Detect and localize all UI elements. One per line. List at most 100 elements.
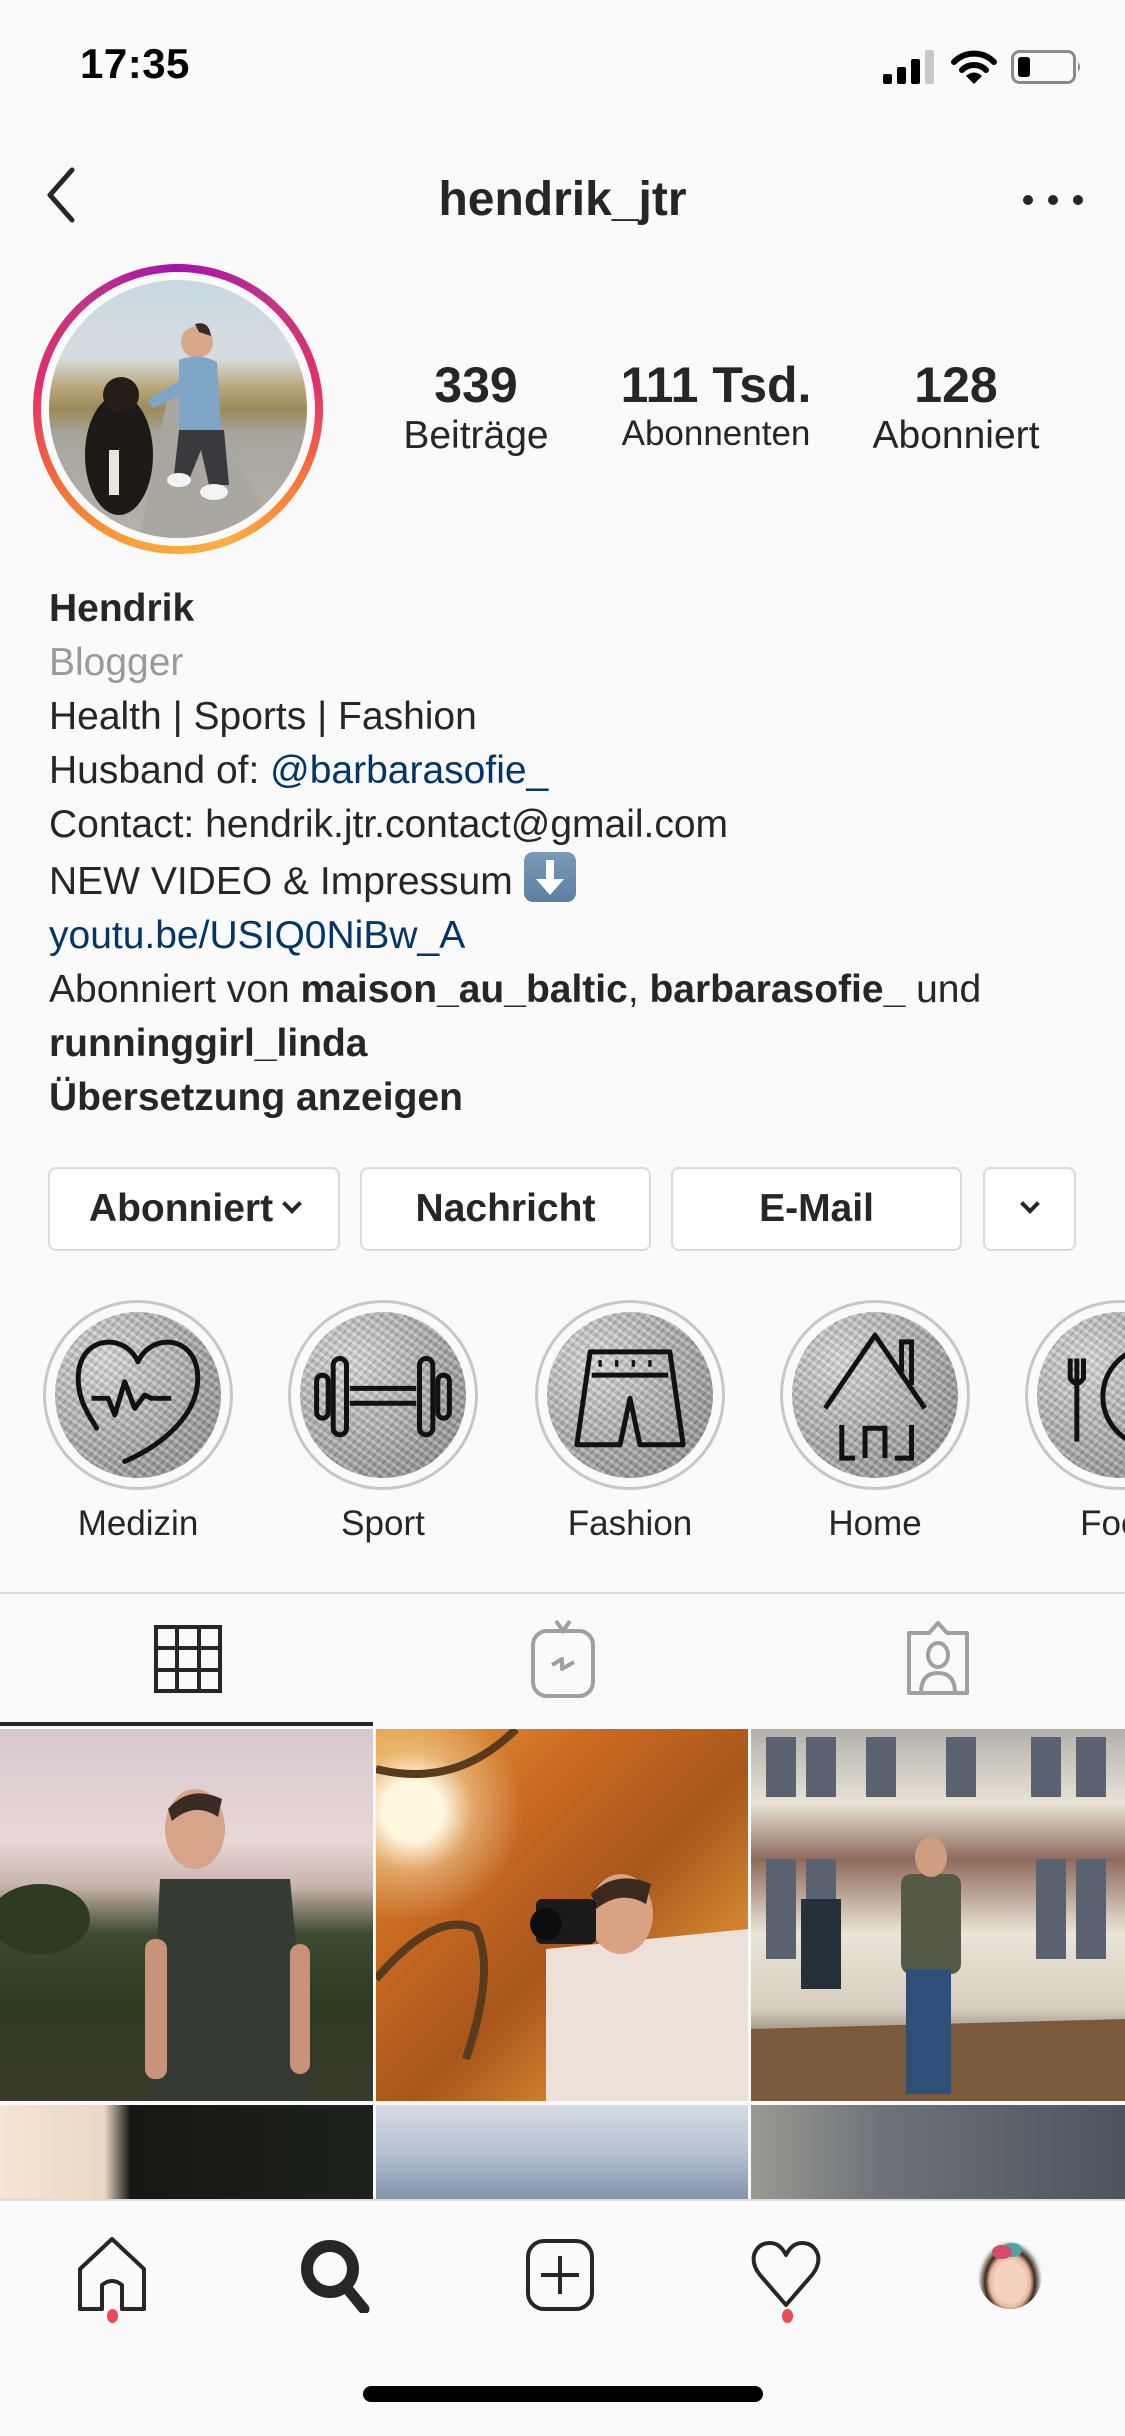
profile-photo-man-with-dog bbox=[85, 323, 279, 538]
tab-tagged[interactable] bbox=[750, 1594, 1125, 1724]
nav-search[interactable] bbox=[275, 2225, 395, 2325]
grid-icon bbox=[153, 1625, 222, 1693]
highlight-label: Home bbox=[828, 1504, 922, 1543]
website-link[interactable]: youtu.be/USIQ0NiBw_A bbox=[49, 909, 1089, 963]
highlight-label: Medizin bbox=[77, 1504, 199, 1543]
highlight-sport[interactable]: Sport bbox=[285, 1300, 481, 1544]
grid-post[interactable] bbox=[376, 2105, 748, 2199]
following-button[interactable]: Abonniert bbox=[48, 1167, 340, 1251]
page-title: hendrik_jtr bbox=[438, 173, 687, 226]
suggestions-button[interactable] bbox=[983, 1167, 1076, 1251]
user-avatar bbox=[978, 2241, 1042, 2309]
highlight-cover bbox=[300, 1312, 466, 1478]
grid-post[interactable] bbox=[751, 2105, 1125, 2199]
highlight-label: Food bbox=[1080, 1504, 1125, 1543]
stat-followers-value: 111 Tsd. bbox=[620, 357, 812, 413]
followed-by[interactable]: Abonniert von maison_au_baltic, barbaras… bbox=[49, 963, 1089, 1017]
highlight-cover bbox=[547, 1312, 713, 1478]
nav-new-post[interactable] bbox=[500, 2225, 620, 2325]
message-button[interactable]: Nachricht bbox=[360, 1167, 651, 1251]
stat-following-label: Abonniert bbox=[872, 414, 1040, 457]
chevron-down-icon bbox=[282, 1194, 302, 1214]
translate-button[interactable]: Übersetzung anzeigen bbox=[49, 1076, 463, 1119]
post-image-man-sunset bbox=[0, 1789, 310, 2101]
wifi-icon bbox=[951, 50, 997, 84]
followed-by-prefix: Abonniert von bbox=[49, 968, 301, 1011]
active-tab-indicator bbox=[0, 1722, 373, 1726]
heart-pulse-icon bbox=[75, 1339, 201, 1464]
stat-followers[interactable]: 111 Tsd. Abonnenten bbox=[601, 355, 831, 454]
heart-icon bbox=[751, 2241, 821, 2307]
followed-by-user: maison_au_baltic bbox=[300, 968, 628, 1011]
fork-plate-icon bbox=[1067, 1352, 1125, 1442]
message-button-label: Nachricht bbox=[415, 1187, 596, 1230]
profile-avatar bbox=[49, 280, 307, 538]
followed-by-user[interactable]: runninggirl_linda bbox=[49, 1022, 368, 1065]
email-button[interactable]: E-Mail bbox=[671, 1167, 962, 1251]
stat-following[interactable]: 128 Abonniert bbox=[841, 355, 1071, 458]
profile-avatar-story-ring[interactable] bbox=[33, 264, 323, 554]
highlight-food[interactable]: Food bbox=[1022, 1300, 1125, 1544]
highlight-cover bbox=[1037, 1312, 1125, 1478]
highlight-label: Sport bbox=[341, 1504, 425, 1543]
bio-text: NEW VIDEO & Impressum bbox=[49, 860, 513, 903]
cellular-signal-icon bbox=[883, 50, 934, 84]
highlight-ring bbox=[780, 1300, 970, 1490]
status-time: 17:35 bbox=[80, 40, 190, 87]
grid-post[interactable] bbox=[751, 1729, 1125, 2101]
highlight-home[interactable]: Home bbox=[777, 1300, 973, 1544]
status-icons bbox=[883, 50, 1083, 84]
grid-post[interactable] bbox=[0, 1729, 373, 2101]
followed-by-user: barbarasofie_ bbox=[649, 968, 906, 1011]
chevron-down-icon bbox=[1019, 1194, 1040, 1214]
home-icon bbox=[78, 2237, 146, 2311]
battery-low-icon bbox=[1011, 50, 1080, 84]
shorts-icon bbox=[574, 1349, 686, 1448]
highlight-ring bbox=[1025, 1300, 1125, 1490]
highlight-medizin[interactable]: Medizin bbox=[40, 1300, 236, 1544]
stat-following-value: 128 bbox=[914, 357, 998, 413]
bio-line: Health | Sports | Fashion bbox=[49, 695, 477, 738]
highlight-ring bbox=[288, 1300, 478, 1490]
highlight-label: Fashion bbox=[567, 1504, 693, 1543]
avatar-gap bbox=[41, 272, 315, 546]
more-horizontal-icon-dot bbox=[1023, 195, 1033, 205]
more-horizontal-icon-dot bbox=[1073, 195, 1083, 205]
dumbbell-icon bbox=[314, 1355, 452, 1438]
profile-category: Blogger bbox=[49, 641, 184, 684]
highlight-cover bbox=[55, 1312, 221, 1478]
highlight-ring bbox=[43, 1300, 233, 1490]
highlight-cover bbox=[792, 1312, 958, 1478]
tab-posts-grid[interactable] bbox=[0, 1594, 375, 1724]
stat-posts-label: Beiträge bbox=[403, 414, 549, 457]
grid-post[interactable] bbox=[376, 1729, 748, 2101]
home-indicator[interactable] bbox=[363, 2386, 763, 2402]
post-image-photographer-autumn bbox=[376, 1729, 748, 2101]
profile-bio: Hendrik Blogger Health | Sports | Fashio… bbox=[49, 582, 1089, 1125]
tab-igtv[interactable] bbox=[375, 1594, 750, 1724]
highlight-fashion[interactable]: Fashion bbox=[532, 1300, 728, 1544]
bio-line-contact: Contact: hendrik.jtr.contact@gmail.com bbox=[49, 803, 729, 846]
more-horizontal-icon-dot bbox=[1048, 195, 1058, 205]
stat-followers-label: Abonnenten bbox=[621, 414, 811, 453]
highlight-ring bbox=[535, 1300, 725, 1490]
email-button-label: E-Mail bbox=[759, 1187, 874, 1230]
followed-by-and: und bbox=[905, 968, 982, 1011]
down-arrow-emoji-icon bbox=[523, 852, 576, 902]
nav-profile[interactable] bbox=[950, 2225, 1070, 2325]
following-button-label: Abonniert bbox=[88, 1187, 274, 1230]
profile-name: Hendrik bbox=[49, 587, 195, 630]
bio-line-husband: Husband of: @barbarasofie_ bbox=[49, 744, 1089, 798]
home-notification-dot bbox=[107, 2309, 118, 2323]
search-icon bbox=[301, 2240, 370, 2313]
post-image-man-historic-building bbox=[751, 1737, 1125, 2101]
more-options-button[interactable] bbox=[1023, 180, 1083, 220]
bio-text: Husband of: bbox=[49, 749, 271, 792]
house-icon bbox=[823, 1332, 927, 1461]
igtv-icon bbox=[530, 1619, 595, 1698]
grid-post[interactable] bbox=[0, 2105, 373, 2199]
stat-posts[interactable]: 339 Beiträge bbox=[361, 355, 591, 458]
plus-square-icon bbox=[526, 2239, 594, 2311]
activity-notification-dot bbox=[782, 2309, 793, 2323]
mention-link[interactable]: @barbarasofie_ bbox=[270, 749, 548, 792]
